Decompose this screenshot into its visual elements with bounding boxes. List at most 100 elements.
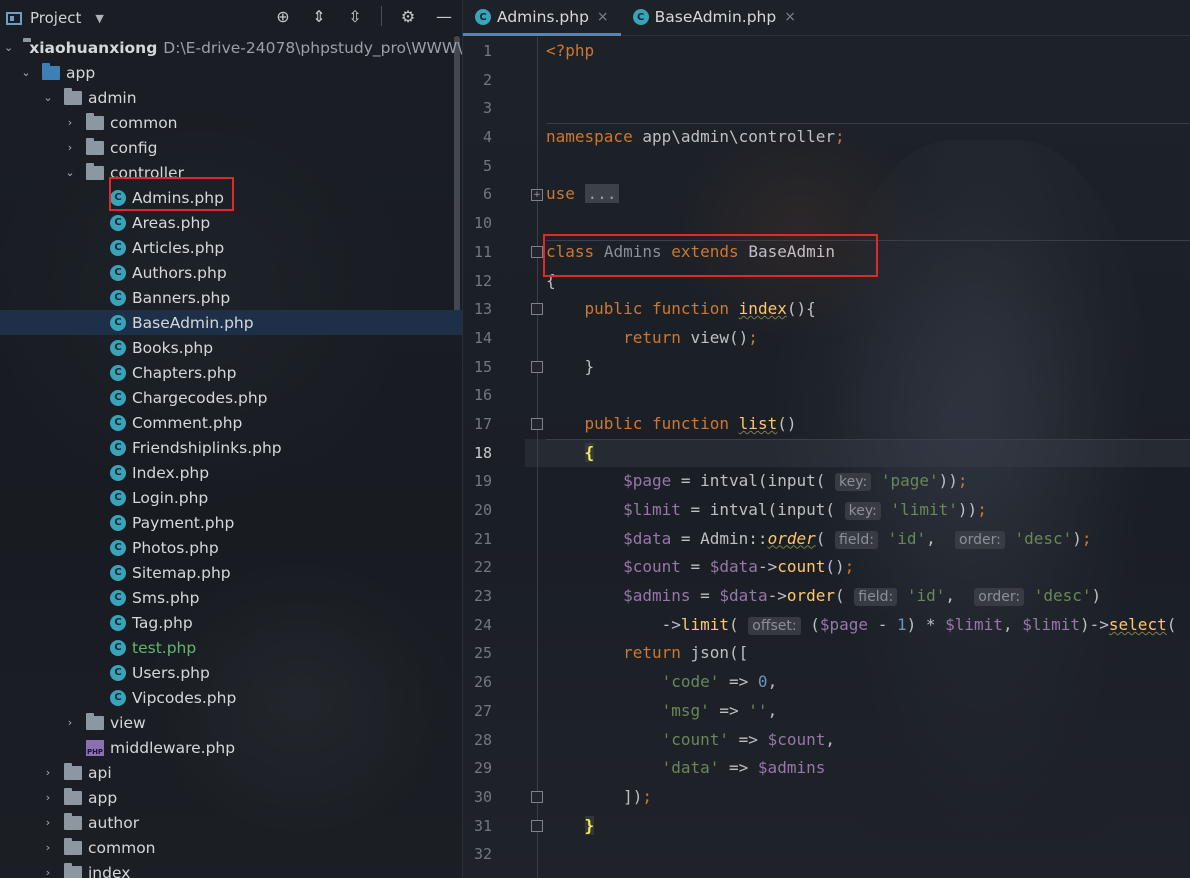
tree-folder[interactable]: › app: [0, 785, 462, 810]
chevron-right-icon[interactable]: ›: [42, 816, 54, 829]
tree-folder[interactable]: ⌄ admin: [0, 85, 462, 110]
line-number[interactable]: 30: [463, 783, 528, 812]
tree-file[interactable]: C Index.php: [0, 460, 462, 485]
fold-marker[interactable]: [531, 303, 543, 316]
fold-marker[interactable]: +: [531, 188, 543, 201]
chevron-down-icon[interactable]: ▼: [95, 12, 103, 25]
locate-icon[interactable]: ⊕: [273, 6, 293, 26]
tree-folder[interactable]: › author: [0, 810, 462, 835]
minimize-icon[interactable]: —: [434, 6, 454, 26]
tree-file[interactable]: C Friendshiplinks.php: [0, 435, 462, 460]
line-number[interactable]: 27: [463, 697, 528, 726]
editor-tab[interactable]: C Admins.php ×: [463, 0, 621, 36]
code-line: ]);: [546, 786, 652, 806]
chevron-right-icon[interactable]: ›: [42, 791, 54, 804]
fold-marker[interactable]: [531, 819, 543, 832]
line-number[interactable]: 25: [463, 639, 528, 668]
line-number[interactable]: 11: [463, 238, 528, 267]
line-number[interactable]: 28: [463, 726, 528, 755]
line-number[interactable]: 3: [463, 94, 528, 123]
code-line: {: [584, 442, 595, 462]
fold-marker[interactable]: [531, 245, 543, 258]
tree-file[interactable]: C Tag.php: [0, 610, 462, 635]
tree-file[interactable]: C BaseAdmin.php: [0, 310, 462, 335]
fold-marker[interactable]: [531, 418, 543, 431]
chevron-right-icon[interactable]: ›: [42, 841, 54, 854]
tree-folder[interactable]: › config: [0, 135, 462, 160]
line-number[interactable]: 21: [463, 525, 528, 554]
folder-icon: [86, 137, 104, 155]
tree-folder[interactable]: ⌄ app: [0, 60, 462, 85]
tree-file[interactable]: C Articles.php: [0, 235, 462, 260]
tree-file[interactable]: C Books.php: [0, 335, 462, 360]
line-number[interactable]: 14: [463, 324, 528, 353]
chevron-right-icon[interactable]: ›: [64, 116, 76, 129]
tree-folder[interactable]: › view: [0, 710, 462, 735]
line-number[interactable]: 13: [463, 295, 528, 324]
chevron-down-icon[interactable]: ⌄: [64, 166, 76, 179]
line-number[interactable]: 32: [463, 840, 528, 869]
line-number[interactable]: 17: [463, 410, 528, 439]
tree-file[interactable]: C Vipcodes.php: [0, 685, 462, 710]
line-number[interactable]: 31: [463, 812, 528, 841]
chevron-down-icon[interactable]: ⌄: [42, 91, 54, 104]
chevron-right-icon[interactable]: ›: [64, 716, 76, 729]
line-number[interactable]: 2: [463, 66, 528, 95]
line-number[interactable]: 20: [463, 496, 528, 525]
tree-folder[interactable]: › common: [0, 110, 462, 135]
tree-folder[interactable]: › api: [0, 760, 462, 785]
tree-folder[interactable]: › common: [0, 835, 462, 860]
close-icon[interactable]: ×: [784, 9, 796, 25]
editor-tab[interactable]: C BaseAdmin.php ×: [621, 0, 808, 35]
fold-marker[interactable]: [531, 791, 543, 804]
line-number[interactable]: 10: [463, 209, 528, 238]
line-number[interactable]: 23: [463, 582, 528, 611]
tree-folder[interactable]: ⌄ xiaohuanxiong D:\E-drive-24078\phpstudy_…: [0, 35, 462, 60]
chevron-down-icon[interactable]: ⌄: [20, 66, 32, 79]
class-icon: C: [110, 539, 126, 556]
line-number[interactable]: 4: [463, 123, 528, 152]
chevron-down-icon[interactable]: ⌄: [4, 41, 13, 54]
tree-file[interactable]: C Authors.php: [0, 260, 462, 285]
chevron-right-icon[interactable]: ›: [42, 766, 54, 779]
chevron-right-icon[interactable]: ›: [64, 141, 76, 154]
line-number[interactable]: 24: [463, 611, 528, 640]
tree-item-label: Payment.php: [132, 513, 235, 532]
line-number[interactable]: 26: [463, 668, 528, 697]
line-number[interactable]: 1: [463, 37, 528, 66]
collapse-all-icon[interactable]: ⇳: [345, 6, 365, 26]
tree-file[interactable]: PHP middleware.php: [0, 735, 462, 760]
tree-file[interactable]: C Users.php: [0, 660, 462, 685]
project-path: D:\E-drive-24078\phpstudy_pro\WWW\xi: [163, 38, 463, 57]
tree-file[interactable]: C Comment.php: [0, 410, 462, 435]
code-line: ->limit( offset: ($page - 1) * $limit, $…: [546, 614, 1177, 635]
line-number[interactable]: 6: [463, 180, 528, 209]
tree-file[interactable]: C Banners.php: [0, 285, 462, 310]
fold-marker[interactable]: [531, 360, 543, 373]
close-icon[interactable]: ×: [597, 9, 609, 25]
gear-icon[interactable]: ⚙: [398, 6, 418, 26]
tree-file[interactable]: C Login.php: [0, 485, 462, 510]
tree-file[interactable]: C Sms.php: [0, 585, 462, 610]
line-number[interactable]: 22: [463, 553, 528, 582]
code-area[interactable]: <?php namespace app\admin\controller; us…: [546, 37, 1190, 869]
chevron-right-icon[interactable]: ›: [42, 866, 54, 878]
line-number[interactable]: 18: [463, 439, 528, 468]
tree-item-label: test.php: [132, 638, 197, 657]
line-number[interactable]: 12: [463, 267, 528, 296]
tree-file[interactable]: C Payment.php: [0, 510, 462, 535]
tree-file[interactable]: Ctest.php: [0, 635, 462, 660]
line-number[interactable]: 5: [463, 152, 528, 181]
tree-file[interactable]: C Photos.php: [0, 535, 462, 560]
tree-folder[interactable]: › index: [0, 860, 462, 878]
line-number[interactable]: 16: [463, 381, 528, 410]
tree-file[interactable]: C Chapters.php: [0, 360, 462, 385]
expand-all-icon[interactable]: ⇕: [309, 6, 329, 26]
tree-file[interactable]: C Sitemap.php: [0, 560, 462, 585]
tree-file[interactable]: C Areas.php: [0, 210, 462, 235]
tree-file[interactable]: C Chargecodes.php: [0, 385, 462, 410]
tree-item-label: Sms.php: [132, 588, 200, 607]
line-number[interactable]: 19: [463, 467, 528, 496]
line-number[interactable]: 29: [463, 754, 528, 783]
line-number[interactable]: 15: [463, 353, 528, 382]
